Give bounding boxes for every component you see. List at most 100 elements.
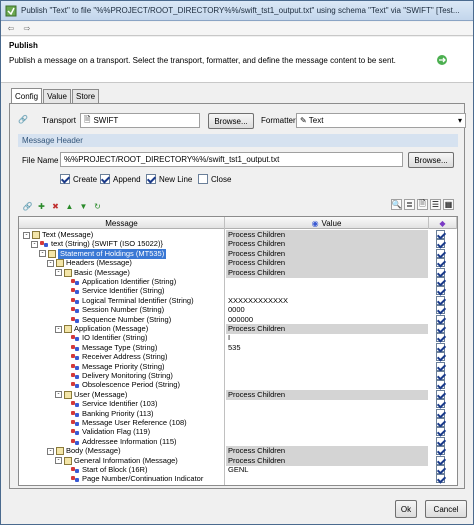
enabled-cell	[436, 408, 445, 418]
new-line-checkbox[interactable]: New Line	[146, 174, 192, 184]
search-icon[interactable]: 🔍	[391, 199, 402, 210]
enabled-checkbox[interactable]	[436, 230, 445, 239]
append-checkbox[interactable]: Append	[100, 174, 141, 184]
tree-toolbar: 🔗 ✚ ✖ ▲ ▼ ↻ 🔍 ≣ 🗎 ☰ ▦	[18, 198, 458, 214]
enabled-checkbox[interactable]	[436, 333, 445, 343]
formatter-label: Formatter	[261, 116, 296, 125]
enabled-checkbox[interactable]	[436, 399, 445, 409]
column-enabled[interactable]: ◆	[429, 217, 457, 229]
new-line-label: New Line	[159, 174, 193, 184]
window-title: Publish "Text" to file "%%PROJECT/ROOT_D…	[21, 6, 460, 15]
enabled-checkbox[interactable]	[436, 258, 445, 268]
forward-icon[interactable]: ⇨	[21, 23, 33, 35]
collapse-toggle-icon[interactable]: -	[47, 259, 54, 267]
enabled-checkbox[interactable]	[436, 352, 445, 362]
collapse-toggle-icon[interactable]: -	[55, 269, 62, 277]
enabled-checkbox[interactable]	[436, 380, 445, 390]
string-icon	[71, 400, 80, 408]
enabled-checkbox[interactable]	[436, 295, 445, 305]
close-checkbox[interactable]: Close	[198, 174, 231, 184]
message-icon	[48, 249, 56, 258]
enabled-checkbox[interactable]	[436, 324, 445, 333]
publish-icon	[437, 55, 447, 65]
file-name-input[interactable]: %%PROJECT/ROOT_DIRECTORY%%/swift_tst1_ou…	[60, 152, 403, 167]
append-check[interactable]	[100, 174, 110, 184]
transport-browse-button[interactable]: Browse...	[208, 113, 254, 129]
tree-row[interactable]: Page Number/Continuation Indicator	[19, 474, 457, 484]
header-title: Publish	[9, 41, 38, 50]
enabled-cell	[436, 436, 445, 446]
new-line-check[interactable]	[146, 174, 156, 184]
enabled-checkbox[interactable]	[436, 371, 445, 380]
header-description: Publish a message on a transport. Select…	[9, 56, 396, 65]
cancel-button[interactable]: Cancel	[425, 500, 467, 518]
collapse-toggle-icon[interactable]: -	[55, 325, 62, 333]
enabled-checkbox[interactable]	[436, 305, 445, 315]
collapse-toggle-icon[interactable]: -	[23, 231, 30, 239]
enabled-checkbox[interactable]	[436, 286, 445, 296]
publish-window: Publish "Text" to file "%%PROJECT/ROOT_D…	[0, 0, 474, 525]
create-label: Create	[73, 174, 98, 184]
enabled-checkbox[interactable]	[436, 267, 445, 277]
create-check[interactable]	[60, 174, 70, 184]
message-icon	[64, 268, 72, 277]
enabled-checkbox[interactable]	[436, 455, 445, 465]
tab-store[interactable]: Store	[72, 89, 100, 103]
enabled-checkbox[interactable]	[436, 474, 445, 484]
enabled-checkbox[interactable]	[436, 239, 445, 249]
enabled-cell	[436, 352, 445, 362]
tree-node[interactable]: Page Number/Continuation Indicator	[71, 474, 203, 484]
delete-icon[interactable]: ✖	[50, 201, 61, 212]
enabled-checkbox[interactable]	[436, 465, 445, 474]
enabled-checkbox[interactable]	[436, 248, 445, 258]
enabled-cell	[436, 295, 445, 305]
create-checkbox[interactable]: Create	[60, 174, 97, 184]
link-menu-icon[interactable]: 🔗	[22, 201, 33, 212]
enabled-cell	[436, 305, 445, 315]
enabled-cell	[436, 418, 445, 427]
string-icon	[71, 475, 80, 483]
tree-node-value[interactable]	[226, 474, 428, 484]
formatter-select[interactable]: ✎ Text ▾	[296, 113, 466, 128]
enabled-checkbox[interactable]	[436, 408, 445, 418]
file-browse-button[interactable]: Browse...	[408, 152, 454, 168]
move-down-icon[interactable]: ▼	[78, 201, 89, 212]
dialog-header: Publish Publish a message on a transport…	[1, 37, 473, 83]
enabled-checkbox[interactable]	[436, 427, 445, 437]
tab-value[interactable]: Value	[43, 89, 71, 103]
message-icon	[32, 231, 40, 239]
enabled-checkbox[interactable]	[436, 418, 445, 427]
add-icon[interactable]: ✚	[36, 201, 47, 212]
close-check[interactable]	[198, 174, 208, 184]
document-icon: 🗎	[84, 114, 91, 124]
find-icon[interactable]: ≣	[404, 199, 415, 210]
collapse-toggle-icon[interactable]: -	[47, 447, 54, 455]
string-icon	[71, 410, 80, 418]
view-list-icon[interactable]: ☰	[430, 199, 441, 210]
view-grid-icon[interactable]: ▦	[443, 199, 454, 210]
enabled-checkbox[interactable]	[436, 314, 445, 324]
value-column-icon: ◉	[311, 218, 319, 228]
enabled-cell	[436, 267, 445, 277]
transport-field[interactable]: 🗎 SWIFT	[80, 113, 200, 128]
collapse-toggle-icon[interactable]: -	[31, 240, 38, 248]
enabled-checkbox[interactable]	[436, 389, 445, 399]
tab-config[interactable]: Config	[11, 88, 43, 103]
back-icon[interactable]: ⇦	[5, 23, 17, 35]
enabled-checkbox[interactable]	[436, 446, 445, 456]
enabled-checkbox[interactable]	[436, 436, 445, 446]
ok-button[interactable]: Ok	[395, 500, 417, 518]
collapse-toggle-icon[interactable]: -	[55, 391, 62, 399]
enabled-checkbox[interactable]	[436, 361, 445, 371]
refresh-icon[interactable]: ↻	[92, 201, 103, 212]
enabled-checkbox[interactable]	[436, 342, 445, 352]
column-message[interactable]: Message	[19, 217, 225, 229]
enabled-checkbox[interactable]	[436, 277, 445, 286]
collapse-toggle-icon[interactable]: -	[55, 457, 62, 465]
enabled-cell	[436, 389, 445, 399]
move-up-icon[interactable]: ▲	[64, 201, 75, 212]
view-document-icon[interactable]: 🗎	[417, 199, 428, 210]
collapse-toggle-icon[interactable]: -	[39, 250, 46, 258]
column-value[interactable]: ◉ Value	[225, 217, 429, 229]
link-icon[interactable]: 🔗	[18, 115, 28, 124]
